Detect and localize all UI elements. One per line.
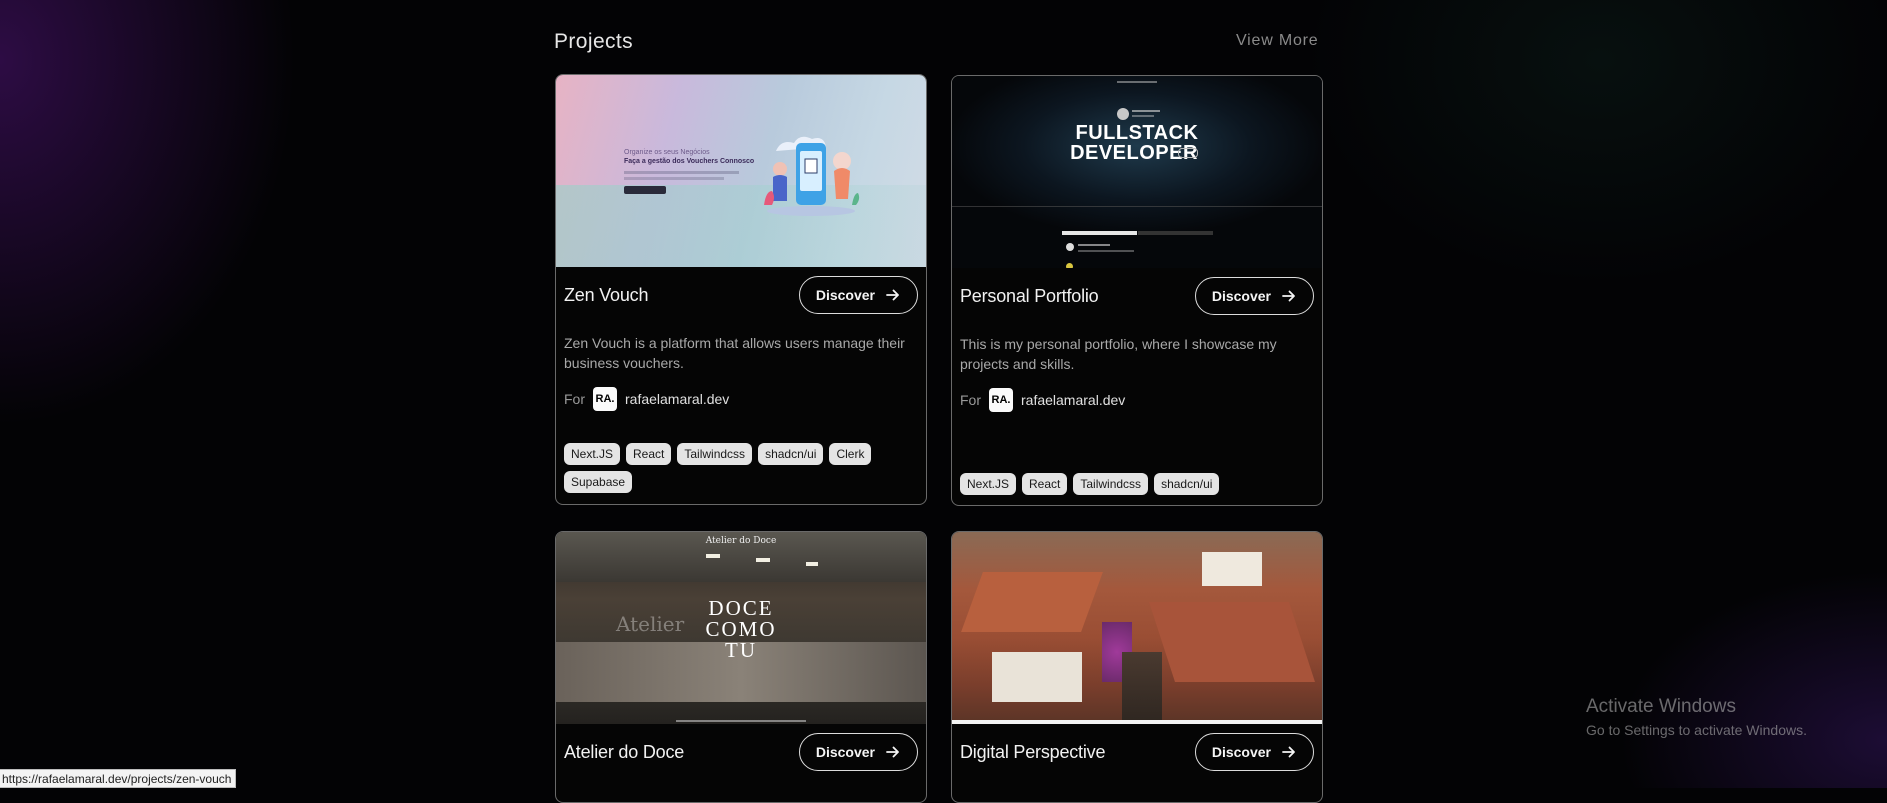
section-title: Projects [554,30,634,53]
discover-button[interactable]: Discover [1194,733,1314,771]
discover-button[interactable]: Discover [798,733,918,771]
thumb-headline: Faça a gestão dos Vouchers Connosco [624,158,755,165]
thumb-light [706,554,720,558]
thumb-tab [1062,231,1137,235]
thumb-text-line [1078,244,1110,246]
card-title: Digital Perspective [960,741,1106,762]
phone-illustration [764,136,860,216]
card-description: This is my personal portfolio, where I s… [960,336,1277,372]
ra-logo: RA. [593,387,617,411]
tag: React [1022,473,1068,495]
arrow-right-icon [886,746,899,758]
project-card-personal-portfolio: FULLSTACK DEVELOPER Personal Portfolio D… [951,75,1323,506]
tag: Clerk [829,443,872,465]
project-thumbnail[interactable]: FULLSTACK DEVELOPER [952,76,1322,268]
thumb-avatar [1117,108,1129,120]
thumb-wall [992,652,1082,702]
card-header: Atelier do Doce Discover [556,724,926,780]
thumb-text-line [624,171,739,174]
project-card-zen-vouch: Organize os seus Negócios Faça a gestão … [555,74,927,505]
thumb-text-line [1078,250,1134,252]
discover-label: Discover [815,744,875,760]
thumb-roof [961,572,1103,632]
thumb-tab [1138,231,1213,235]
card-title: Zen Vouch [564,284,649,305]
project-thumbnail[interactable] [952,532,1322,724]
card-owner-row: For RA. rafaelamaral.dev [960,388,1314,412]
discover-label: Discover [815,287,875,303]
card-header: Zen Vouch Discover [556,267,926,323]
thumb-text-line [624,177,724,180]
discover-button[interactable]: Discover [798,276,918,314]
tag: Next.JS [564,443,621,465]
background-glow [0,0,1887,788]
thumb-text-line [1132,110,1160,112]
thumb-line2: DEVELOPER [1070,142,1198,164]
card-title: Personal Portfolio [960,285,1099,306]
card-header: Personal Portfolio Discover [952,268,1322,324]
thumb-footer [676,720,806,722]
discover-label: Discover [1211,744,1271,760]
watermark-title: Activate Windows [1586,696,1736,717]
thumb-nav [1117,81,1157,83]
thumb-light [756,558,770,562]
tag: React [626,443,672,465]
tag: Tailwindcss [1073,473,1149,495]
arrow-right-icon [1282,746,1295,758]
owner-link[interactable]: rafaelamaral.dev [625,391,729,407]
project-thumbnail[interactable]: Atelier Atelier do Doce DOCE COMO TU [556,532,926,724]
card-title: Atelier do Doce [564,741,685,762]
arrow-right-icon [1282,290,1295,302]
tag-list: Next.JS React Tailwindcss shadcn/ui [960,473,1314,495]
thumb-line3: TU [725,638,757,662]
thumb-wall [1202,552,1262,586]
for-label: For [564,391,585,407]
thumb-street [1122,652,1162,724]
card-description: Zen Vouch is a platform that allows user… [564,335,905,371]
card-owner-row: For RA. rafaelamaral.dev [564,387,918,411]
for-label: For [960,392,981,408]
thumb-badge [1178,148,1198,158]
project-thumbnail[interactable]: Organize os seus Negócios Faça a gestão … [556,75,926,267]
tag: Supabase [564,471,633,493]
tag: Tailwindcss [677,443,753,465]
thumb-icon [1066,243,1074,251]
thumb-divider [952,206,1322,207]
tag: shadcn/ui [1154,473,1220,495]
windows-activation-watermark: Activate Windows Go to Settings to activ… [1586,696,1807,738]
arrow-right-icon [886,289,899,301]
thumb-gradient-overlay [556,185,926,267]
tag: Next.JS [960,473,1017,495]
project-card-atelier-do-doce: Atelier Atelier do Doce DOCE COMO TU Ate… [555,531,927,803]
card-header: Digital Perspective Discover [952,724,1322,780]
status-bar-url: https://rafaelamaral.dev/projects/zen-vo… [0,769,237,788]
discover-button[interactable]: Discover [1194,277,1314,315]
thumb-text-line [1132,115,1154,117]
ra-logo: RA. [989,388,1013,412]
thumb-brand: Atelier do Doce [705,536,777,546]
thumb-light [806,562,818,566]
owner-link[interactable]: rafaelamaral.dev [1021,392,1125,408]
tag-list: Next.JS React Tailwindcss shadcn/ui Cler… [564,443,918,493]
discover-label: Discover [1211,288,1271,304]
tag: shadcn/ui [758,443,824,465]
thumb-cta [624,186,666,194]
watermark-subtitle: Go to Settings to activate Windows. [1586,722,1807,738]
thumb-kicker: Organize os seus Negócios [624,149,710,156]
project-card-digital-perspective: Digital Perspective Discover [951,531,1323,803]
thumb-roof [1149,602,1315,682]
view-more-link[interactable]: View More [1236,32,1319,50]
